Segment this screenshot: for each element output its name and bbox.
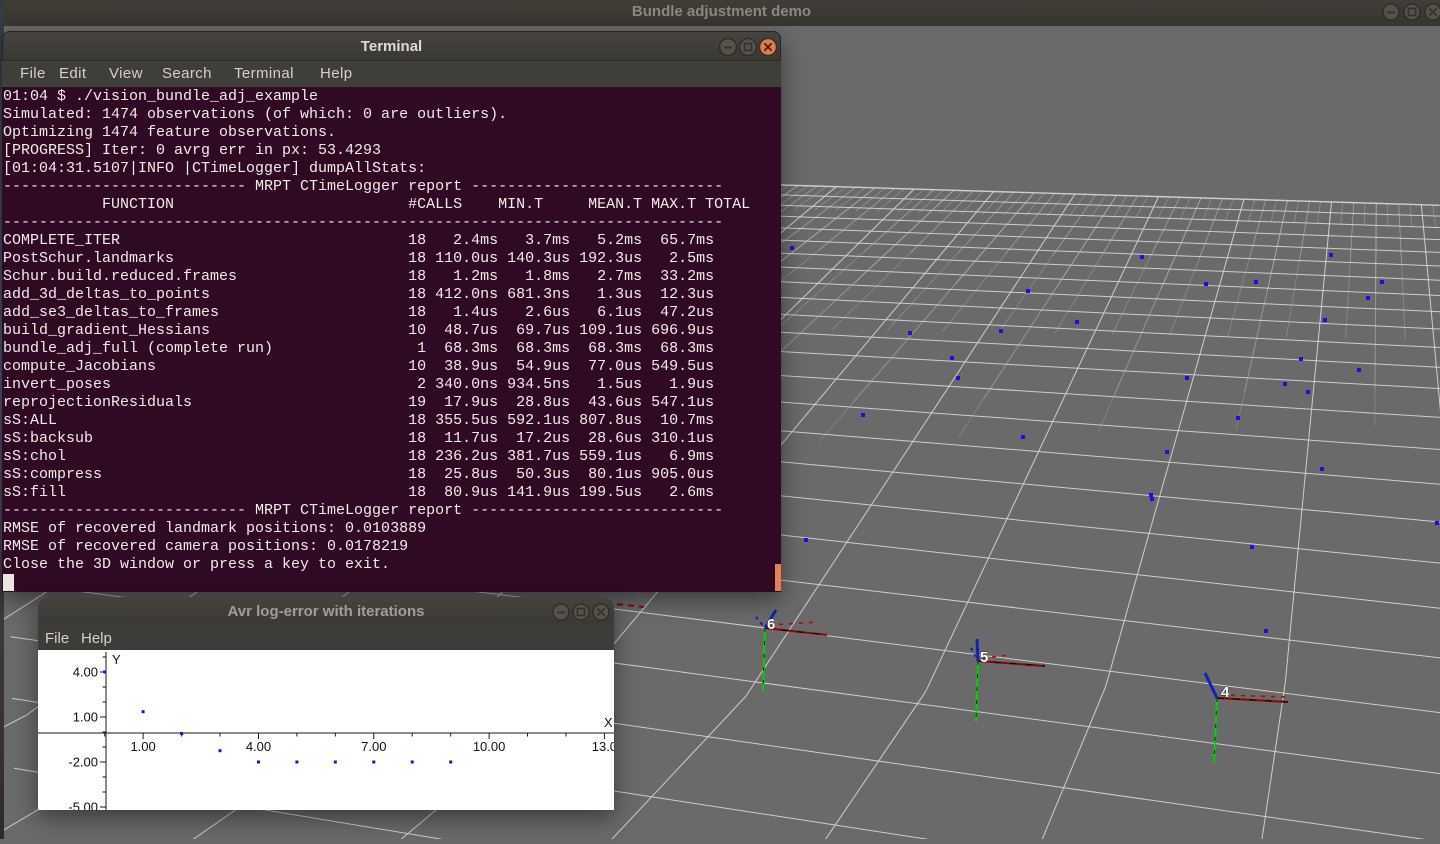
svg-text:4: 4 (1221, 684, 1230, 701)
svg-text:1.00: 1.00 (73, 710, 98, 725)
svg-text:5: 5 (980, 649, 988, 666)
svg-text:6: 6 (767, 616, 775, 633)
svg-text:Y: Y (112, 652, 121, 667)
svg-text:1.00: 1.00 (130, 739, 155, 754)
svg-text:-5.00: -5.00 (68, 800, 98, 811)
svg-text:7.00: 7.00 (361, 739, 386, 754)
svg-text:4.00: 4.00 (246, 739, 271, 754)
svg-text:-2.00: -2.00 (68, 755, 98, 770)
svg-text:10.00: 10.00 (473, 739, 506, 754)
svg-text:4.00: 4.00 (73, 665, 98, 680)
svg-text:X: X (604, 715, 613, 730)
svg-text:13.0: 13.0 (592, 739, 614, 754)
